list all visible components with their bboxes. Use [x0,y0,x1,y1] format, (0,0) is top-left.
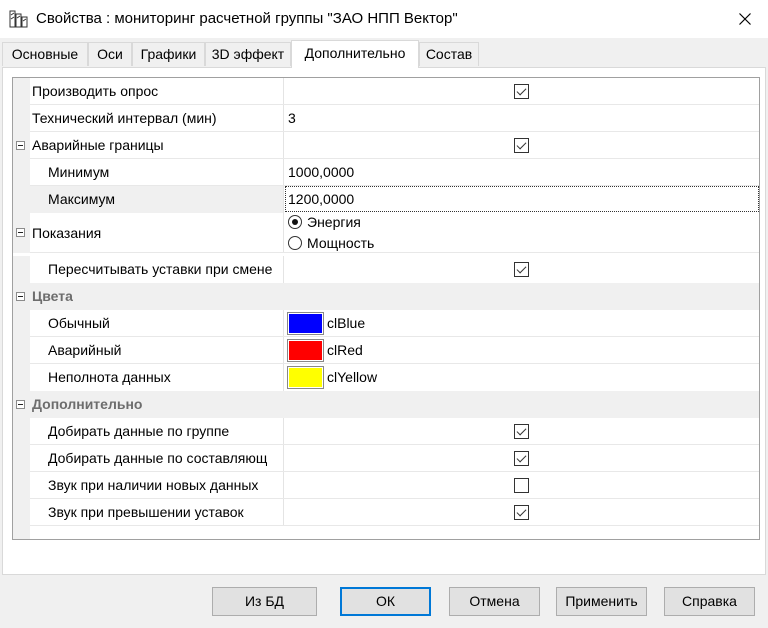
row-poll: Производить опрос [13,78,759,105]
cancel-button[interactable]: Отмена [449,587,540,616]
group-data-label: Добирать данные по группе [48,423,230,439]
sound-exceed-label: Звук при превышении уставок [48,504,244,520]
row-group-data: Добирать данные по группе [13,418,759,445]
radio-energy-label: Энергия [307,214,361,230]
sound-exceed-checkbox[interactable] [514,505,529,520]
component-data-label: Добирать данные по составляющ [48,450,268,466]
tab-graphs[interactable]: Графики [132,42,205,66]
color-incomplete-swatch [287,366,324,389]
row-alarm-bounds: Аварийные границы [13,132,759,159]
poll-label: Производить опрос [32,83,159,99]
row-interval: Технический интервал (мин) 3 [13,105,759,132]
tab-panel: Производить опрос Технический интервал (… [2,67,766,575]
tab-main[interactable]: Основные [2,42,88,66]
color-alarm-swatch [287,339,324,362]
close-button[interactable] [722,0,768,38]
row-component-data: Добирать данные по составляющ [13,445,759,472]
sound-new-checkbox[interactable] [514,478,529,493]
radio-power-label: Мощность [307,235,375,251]
row-color-normal: Обычный clBlue [13,310,759,337]
row-readings: Показания Энергия Мощность [13,213,759,253]
colors-header: Цвета [32,288,73,304]
row-sound-exceed: Звук при превышении уставок [13,499,759,526]
recalc-checkbox[interactable] [514,262,529,277]
tab-composition[interactable]: Состав [419,42,479,66]
row-recalc: Пересчитывать уставки при смене [13,256,759,283]
row-sound-new: Звук при наличии новых данных [13,472,759,499]
ok-button[interactable]: ОК [340,587,431,616]
color-normal-swatch [287,312,324,335]
row-minimum: Минимум 1000,0000 [13,159,759,186]
minimum-label: Минимум [48,164,110,180]
minimum-field[interactable]: 1000,0000 [285,159,759,186]
tab-3d-effect[interactable]: 3D эффект [205,42,291,66]
color-incomplete-label: Неполнота данных [48,369,171,385]
app-icon [9,10,28,28]
color-normal-label: Обычный [48,315,110,331]
radio-energy[interactable] [288,215,302,229]
component-data-checkbox[interactable] [514,451,529,466]
grid-gutter-fill [13,526,30,539]
row-color-alarm: Аварийный clRed [13,337,759,364]
tab-axes[interactable]: Оси [88,42,132,66]
radio-power[interactable] [288,236,302,250]
help-button[interactable]: Справка [664,587,755,616]
close-icon [739,13,751,25]
sound-new-label: Звук при наличии новых данных [48,477,259,493]
color-normal-field[interactable]: clBlue [285,310,759,337]
section-additional: Дополнительно [13,391,759,418]
color-alarm-label: Аварийный [48,342,122,358]
maximum-field[interactable]: 1200,0000 [285,186,759,213]
interval-field[interactable]: 3 [285,105,759,132]
collapse-colors-icon[interactable] [16,292,25,301]
additional-header: Дополнительно [32,396,143,412]
color-alarm-field[interactable]: clRed [285,337,759,364]
window-title: Свойства : мониторинг расчетной группы "… [36,10,458,27]
poll-checkbox[interactable] [514,84,529,99]
from-db-button[interactable]: Из БД [212,587,317,616]
row-maximum: Максимум 1200,0000 [13,186,759,213]
collapse-alarm-icon[interactable] [16,141,25,150]
group-data-checkbox[interactable] [514,424,529,439]
title-bar: Свойства : мониторинг расчетной группы "… [0,0,768,38]
collapse-readings-icon[interactable] [16,228,25,237]
apply-button[interactable]: Применить [556,587,647,616]
alarm-bounds-label: Аварийные границы [32,137,164,153]
color-incomplete-field[interactable]: clYellow [285,364,759,391]
interval-label: Технический интервал (мин) [32,110,217,126]
property-grid: Производить опрос Технический интервал (… [12,77,760,540]
readings-label: Показания [32,225,102,241]
recalc-label: Пересчитывать уставки при смене [48,261,273,277]
tab-additional[interactable]: Дополнительно [291,40,419,68]
section-colors: Цвета [13,283,759,310]
collapse-additional-icon[interactable] [16,400,25,409]
row-color-incomplete: Неполнота данных clYellow [13,364,759,391]
maximum-label: Максимум [48,191,115,207]
alarm-bounds-checkbox[interactable] [514,138,529,153]
